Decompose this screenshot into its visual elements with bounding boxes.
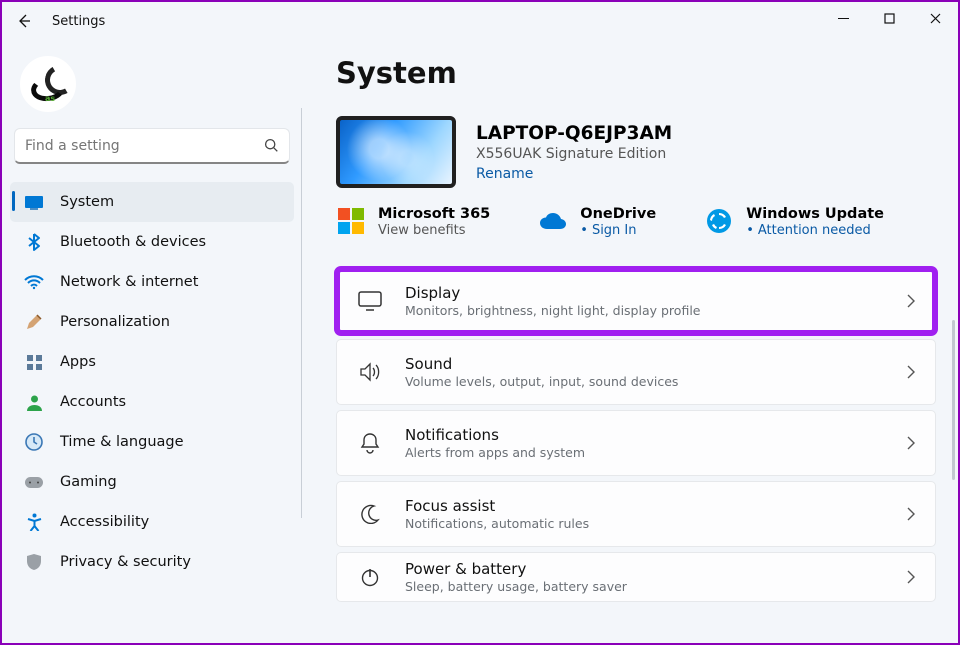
sidebar-item-gaming[interactable]: Gaming <box>10 462 294 502</box>
sidebar-item-label: Bluetooth & devices <box>60 234 206 250</box>
card-title: Notifications <box>405 426 906 444</box>
apps-icon <box>24 352 44 372</box>
moon-icon <box>357 501 383 527</box>
power-icon <box>357 564 383 590</box>
sidebar-item-label: Privacy & security <box>60 554 191 570</box>
promo-title: Windows Update <box>746 206 884 222</box>
card-subtitle: Sleep, battery usage, battery saver <box>405 579 906 594</box>
chevron-right-icon <box>906 365 915 379</box>
sidebar-item-bluetooth[interactable]: Bluetooth & devices <box>10 222 294 262</box>
app-title: Settings <box>52 14 105 29</box>
sidebar-item-label: Personalization <box>60 314 170 330</box>
shield-icon <box>24 552 44 572</box>
sidebar-item-system[interactable]: System <box>10 182 294 222</box>
bluetooth-icon <box>24 232 44 252</box>
promo-title: Microsoft 365 <box>378 206 490 222</box>
chevron-right-icon <box>906 570 915 584</box>
settings-card-display[interactable]: Display Monitors, brightness, night ligh… <box>336 268 936 334</box>
search-icon <box>264 138 279 153</box>
wifi-icon <box>24 272 44 292</box>
sidebar-item-accounts[interactable]: Accounts <box>10 382 294 422</box>
chevron-right-icon <box>906 436 915 450</box>
maximize-button[interactable] <box>866 2 912 34</box>
device-name: LAPTOP-Q6EJP3AM <box>476 123 672 144</box>
microsoft-logo-icon <box>336 206 366 236</box>
sidebar-item-label: Accessibility <box>60 514 149 530</box>
settings-card-power[interactable]: Power & battery Sleep, battery usage, ba… <box>336 552 936 602</box>
update-icon <box>704 206 734 236</box>
user-avatar[interactable]: as <box>20 56 76 112</box>
rename-link[interactable]: Rename <box>476 166 672 182</box>
accessibility-icon <box>24 512 44 532</box>
personalization-icon <box>24 312 44 332</box>
sidebar-item-label: Network & internet <box>60 274 198 290</box>
accounts-icon <box>24 392 44 412</box>
clock-icon <box>24 432 44 452</box>
search-input[interactable] <box>25 138 264 154</box>
promo-windows-update[interactable]: Windows Update •Attention needed <box>704 206 884 238</box>
promo-title: OneDrive <box>580 206 656 222</box>
card-subtitle: Monitors, brightness, night light, displ… <box>405 303 906 318</box>
sidebar-item-label: Apps <box>60 354 96 370</box>
promo-subtitle: •Attention needed <box>746 223 884 238</box>
card-subtitle: Notifications, automatic rules <box>405 516 906 531</box>
back-button[interactable] <box>8 5 40 37</box>
promo-subtitle: •Sign In <box>580 223 656 238</box>
settings-card-sound[interactable]: Sound Volume levels, output, input, soun… <box>336 339 936 405</box>
page-title: System <box>336 56 936 90</box>
sidebar-item-label: Gaming <box>60 474 117 490</box>
scrollbar[interactable] <box>952 320 955 480</box>
onedrive-icon <box>538 206 568 236</box>
device-model: X556UAK Signature Edition <box>476 146 672 162</box>
sound-icon <box>357 359 383 385</box>
gaming-icon <box>24 472 44 492</box>
sidebar-item-label: System <box>60 194 114 210</box>
sidebar-item-accessibility[interactable]: Accessibility <box>10 502 294 542</box>
search-box[interactable] <box>14 128 290 164</box>
promo-ms365[interactable]: Microsoft 365 View benefits <box>336 206 490 238</box>
card-subtitle: Volume levels, output, input, sound devi… <box>405 374 906 389</box>
card-subtitle: Alerts from apps and system <box>405 445 906 460</box>
chevron-right-icon <box>906 507 915 521</box>
promo-onedrive[interactable]: OneDrive •Sign In <box>538 206 656 238</box>
minimize-button[interactable] <box>820 2 866 34</box>
promo-subtitle: View benefits <box>378 223 490 238</box>
close-button[interactable] <box>912 2 958 34</box>
bell-icon <box>357 430 383 456</box>
sidebar-item-personalization[interactable]: Personalization <box>10 302 294 342</box>
display-icon <box>357 288 383 314</box>
card-title: Focus assist <box>405 497 906 515</box>
card-title: Sound <box>405 355 906 373</box>
system-icon <box>24 192 44 212</box>
card-title: Power & battery <box>405 560 906 578</box>
sidebar-item-apps[interactable]: Apps <box>10 342 294 382</box>
sidebar-item-network[interactable]: Network & internet <box>10 262 294 302</box>
sidebar-item-time-language[interactable]: Time & language <box>10 422 294 462</box>
device-thumbnail <box>336 116 456 188</box>
sidebar-item-privacy[interactable]: Privacy & security <box>10 542 294 582</box>
sidebar-item-label: Time & language <box>60 434 184 450</box>
settings-card-notifications[interactable]: Notifications Alerts from apps and syste… <box>336 410 936 476</box>
sidebar-item-label: Accounts <box>60 394 126 410</box>
settings-card-focus-assist[interactable]: Focus assist Notifications, automatic ru… <box>336 481 936 547</box>
card-title: Display <box>405 284 906 302</box>
chevron-right-icon <box>906 294 915 308</box>
